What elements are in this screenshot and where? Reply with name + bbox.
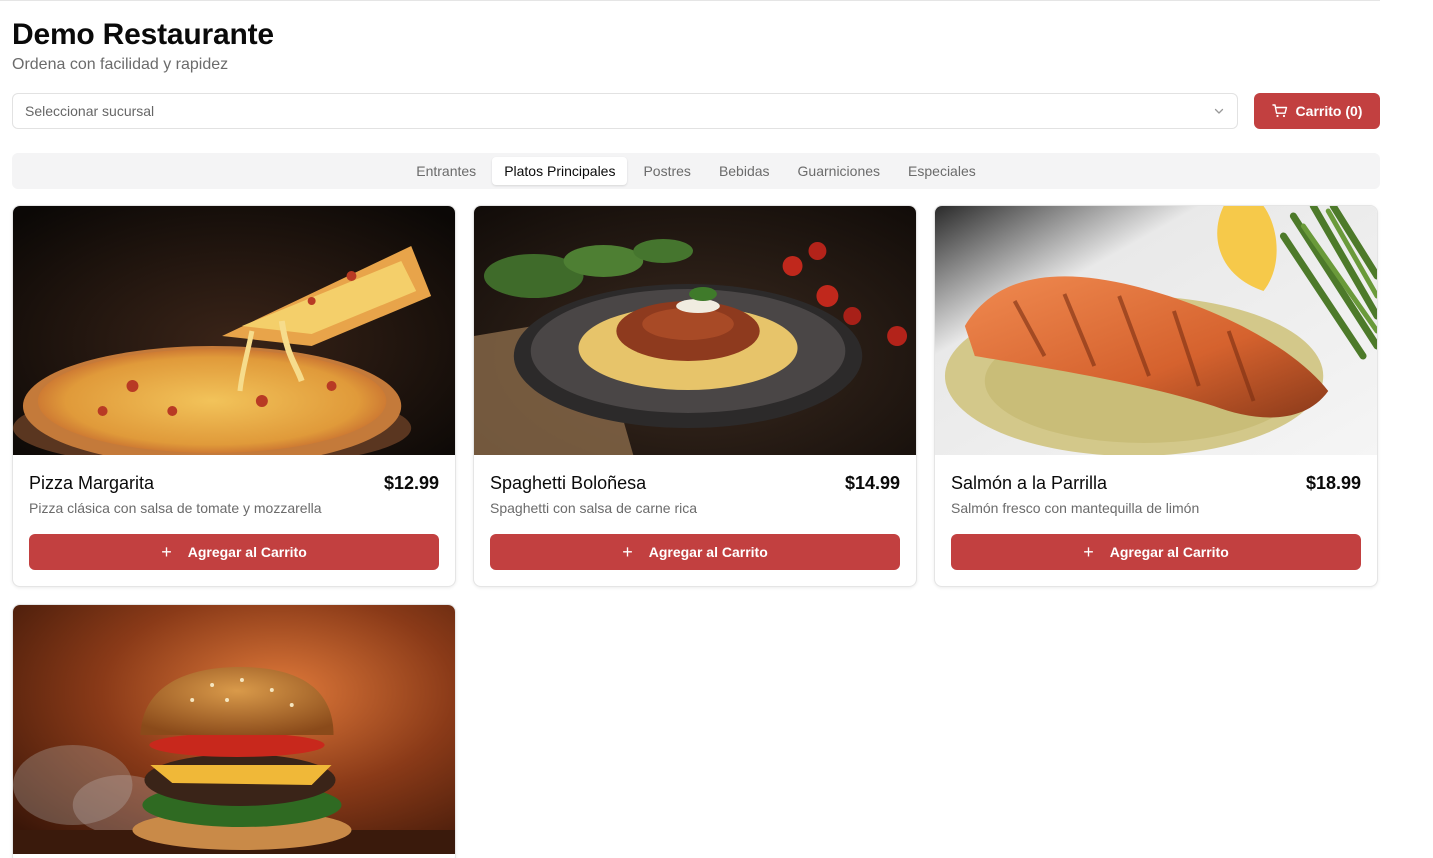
tab-entrantes[interactable]: Entrantes — [404, 157, 488, 185]
cart-button[interactable]: Carrito (0) — [1254, 93, 1380, 129]
burger-photo — [13, 605, 455, 854]
pizza-photo — [13, 206, 455, 455]
tab-postres[interactable]: Postres — [631, 157, 702, 185]
add-to-cart-label: Agregar al Carrito — [1109, 544, 1229, 560]
add-to-cart-button[interactable]: + Agregar al Carrito — [29, 534, 439, 570]
top-divider — [0, 0, 1380, 1]
category-tabs: Entrantes Platos Principales Postres Beb… — [12, 153, 1380, 189]
product-description: Spaghetti con salsa de carne rica — [490, 500, 698, 516]
branch-select[interactable]: Seleccionar sucursal — [12, 93, 1238, 129]
plus-icon: + — [622, 542, 633, 562]
plus-icon: + — [161, 542, 172, 562]
tab-especiales[interactable]: Especiales — [896, 157, 988, 185]
shopping-cart-icon — [1271, 103, 1288, 119]
product-description: Salmón fresco con mantequilla de limón — [951, 500, 1200, 516]
product-price: $12.99 — [383, 473, 439, 493]
product-price: $14.99 — [844, 473, 900, 493]
product-name: Spaghetti Boloñesa — [490, 473, 647, 493]
spaghetti-photo — [474, 206, 916, 455]
add-to-cart-button[interactable]: + Agregar al Carrito — [490, 534, 900, 570]
add-to-cart-label: Agregar al Carrito — [187, 544, 307, 560]
page-subtitle: Ordena con facilidad y rapidez — [12, 56, 229, 73]
add-to-cart-label: Agregar al Carrito — [648, 544, 768, 560]
product-card — [12, 604, 456, 858]
chevron-down-icon — [1213, 105, 1225, 117]
product-card: Salmón a la Parrilla $18.99 Salmón fresc… — [934, 205, 1378, 587]
tab-guarniciones[interactable]: Guarniciones — [786, 157, 893, 185]
product-card: Spaghetti Boloñesa $14.99 Spaghetti con … — [473, 205, 917, 587]
tab-bebidas[interactable]: Bebidas — [707, 157, 782, 185]
product-price: $18.99 — [1305, 473, 1361, 493]
product-card: Pizza Margarita $12.99 Pizza clásica con… — [12, 205, 456, 587]
add-to-cart-button[interactable]: + Agregar al Carrito — [951, 534, 1361, 570]
product-name: Pizza Margarita — [29, 473, 155, 493]
cart-button-label: Carrito (0) — [1295, 103, 1363, 119]
branch-select-placeholder: Seleccionar sucursal — [25, 103, 155, 119]
tab-platos-principales[interactable]: Platos Principales — [492, 157, 628, 185]
product-name: Salmón a la Parrilla — [951, 473, 1108, 493]
product-description: Pizza clásica con salsa de tomate y mozz… — [29, 500, 322, 516]
salmon-photo — [935, 206, 1377, 455]
page-title: Demo Restaurante — [12, 18, 274, 51]
plus-icon: + — [1083, 542, 1094, 562]
